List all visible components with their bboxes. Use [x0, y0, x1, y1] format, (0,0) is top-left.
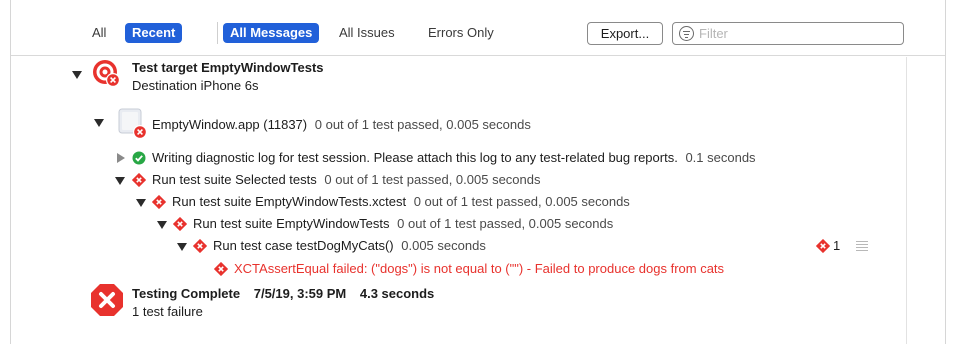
log-toolbar: All Recent All Messages All Issues Error… — [11, 0, 945, 56]
scope-all-issues-button[interactable]: All Issues — [332, 23, 402, 43]
test-target-icon — [93, 60, 120, 87]
success-check-icon — [132, 151, 146, 165]
disclosure-test-case[interactable] — [177, 243, 187, 251]
scope-errors-only-button[interactable]: Errors Only — [421, 23, 501, 43]
scope-all-messages-button[interactable]: All Messages — [223, 23, 320, 43]
testing-complete-title: Testing Complete — [132, 286, 241, 301]
suite-xctest-summary: 0 out of 1 test passed, 0.005 seconds — [413, 194, 630, 209]
error-icon — [152, 195, 166, 209]
issue-count-error-icon — [816, 239, 830, 253]
test-case-row[interactable]: Run test case testDogMyCats() 0.005 seco… — [213, 238, 486, 254]
suite-selected-row[interactable]: Run test suite Selected tests 0 out of 1… — [152, 172, 540, 188]
filter-field[interactable] — [672, 22, 904, 45]
toolbar-divider — [217, 22, 218, 44]
issue-count: 1 — [833, 238, 841, 253]
app-icon — [118, 108, 147, 139]
suite-tests-row[interactable]: Run test suite EmptyWindowTests 0 out of… — [193, 216, 613, 232]
diagnostic-row[interactable]: Writing diagnostic log for test session.… — [152, 150, 756, 166]
diagnostic-text: Writing diagnostic log for test session.… — [152, 150, 678, 165]
diagnostic-duration: 0.1 seconds — [685, 150, 756, 165]
disclosure-suite-xctest[interactable] — [136, 199, 146, 207]
app-name: EmptyWindow.app (11837) — [152, 117, 308, 132]
suite-xctest-row[interactable]: Run test suite EmptyWindowTests.xctest 0… — [172, 194, 630, 210]
app-summary: 0 out of 1 test passed, 0.005 seconds — [314, 117, 531, 132]
suite-tests-summary: 0 out of 1 test passed, 0.005 seconds — [397, 216, 614, 231]
test-case-name: Run test case testDogMyCats() — [213, 238, 394, 253]
testing-complete-line: Testing Complete 7/5/19, 3:59 PM 4.3 sec… — [132, 286, 434, 302]
disclosure-target[interactable] — [72, 71, 82, 79]
filter-icon — [679, 26, 694, 41]
log-content: Test target EmptyWindowTests Destination… — [11, 57, 945, 344]
filter-all-button[interactable]: All — [85, 23, 113, 43]
disclosure-suite-selected[interactable] — [115, 177, 125, 185]
disclosure-app[interactable] — [94, 119, 104, 127]
details-lines-icon[interactable] — [856, 241, 868, 252]
testing-complete-date: 7/5/19, 3:59 PM — [253, 286, 347, 301]
filter-recent-button[interactable]: Recent — [125, 23, 183, 43]
suite-tests-name: Run test suite EmptyWindowTests — [193, 216, 390, 231]
log-window: All Recent All Messages All Issues Error… — [10, 0, 946, 344]
test-target-destination: Destination iPhone 6s — [132, 78, 259, 93]
testing-complete-result: 1 test failure — [132, 304, 203, 319]
testing-complete-duration: 4.3 seconds — [359, 286, 435, 301]
app-row[interactable]: EmptyWindow.app (11837) 0 out of 1 test … — [152, 117, 531, 133]
failure-message[interactable]: XCTAssertEqual failed: ("dogs") is not e… — [234, 261, 724, 277]
test-target-title: Test target EmptyWindowTests — [132, 60, 324, 75]
column-divider — [906, 57, 907, 344]
suite-selected-name: Run test suite Selected tests — [152, 172, 317, 187]
error-icon — [193, 239, 207, 253]
error-icon — [173, 217, 187, 231]
disclosure-diagnostic[interactable] — [117, 153, 125, 163]
filter-input[interactable] — [699, 25, 899, 42]
testing-failed-icon — [91, 284, 123, 316]
error-icon — [132, 173, 146, 187]
suite-selected-summary: 0 out of 1 test passed, 0.005 seconds — [324, 172, 541, 187]
suite-xctest-name: Run test suite EmptyWindowTests.xctest — [172, 194, 407, 209]
error-icon — [214, 262, 228, 276]
export-button[interactable]: Export... — [587, 22, 663, 45]
disclosure-suite-tests[interactable] — [157, 221, 167, 229]
test-case-duration: 0.005 seconds — [401, 238, 486, 253]
